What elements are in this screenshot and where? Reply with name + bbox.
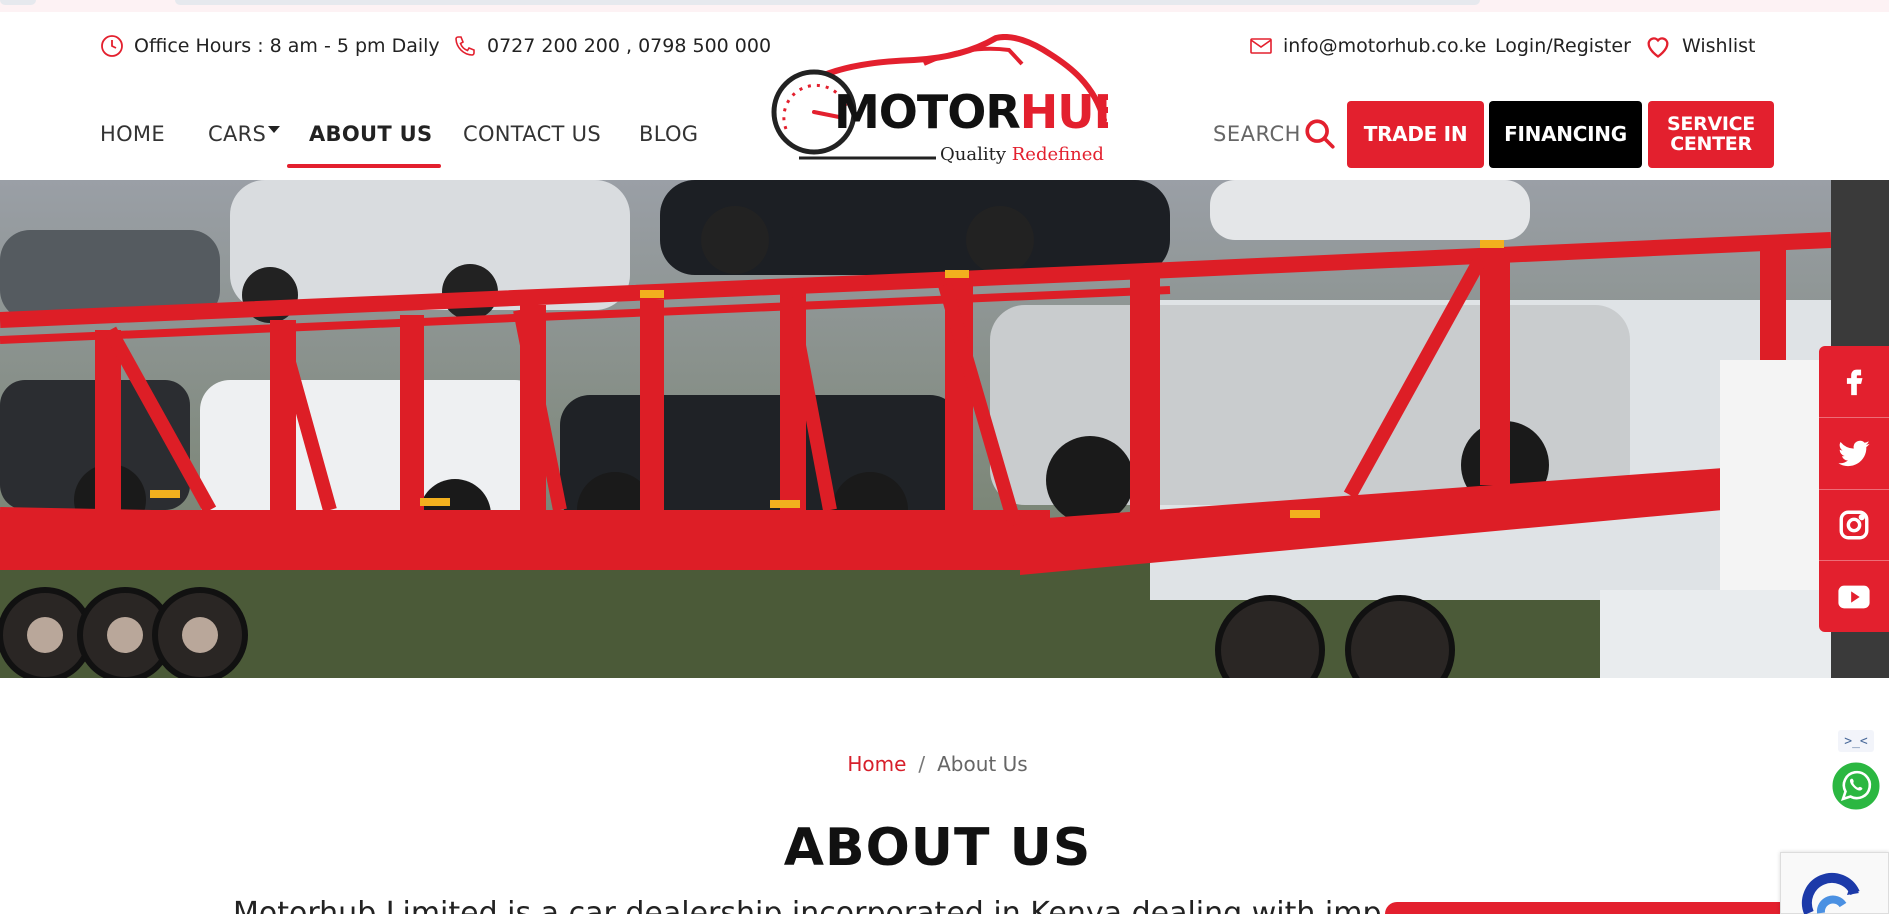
nav-cars-label: CARS [208, 122, 267, 146]
breadcrumb-current: About Us [937, 752, 1028, 776]
hero-car-carrier-image [0, 180, 1831, 678]
browser-top-strip [0, 0, 1889, 12]
service-center-button[interactable]: SERVICE CENTER [1648, 101, 1774, 168]
top-strip-tab [0, 0, 36, 5]
email-text: info@motorhub.co.ke [1283, 35, 1487, 57]
nav-item-home[interactable]: HOME [100, 118, 165, 150]
nav-home-label: HOME [100, 122, 165, 146]
service-label-line1: SERVICE [1667, 112, 1755, 135]
svg-text:MOTORHUB: MOTORHUB [834, 85, 1108, 139]
financing-label: FINANCING [1504, 122, 1627, 146]
login-register-link[interactable]: Login/Register [1495, 30, 1631, 62]
twitter-link[interactable] [1819, 418, 1889, 490]
logo-brand-hub: HUB [1020, 85, 1108, 139]
top-strip-bar [175, 0, 1480, 5]
youtube-icon [1838, 585, 1870, 608]
nav-item-about-us[interactable]: ABOUT US [309, 118, 432, 150]
recaptcha-badge[interactable] [1780, 852, 1889, 914]
motorhub-logo[interactable]: MOTORHUB Quality Redefined [764, 34, 1108, 164]
recaptcha-icon [1801, 872, 1860, 914]
phone-numbers-text: 0727 200 200 , 0798 500 000 [487, 35, 772, 57]
service-label-line2: CENTER [1670, 132, 1752, 155]
breadcrumb-home-link[interactable]: Home [847, 752, 906, 776]
nav-contact-label: CONTACT US [463, 122, 601, 146]
whatsapp-icon[interactable] [1829, 759, 1883, 813]
wishlist-link[interactable]: Wishlist [1644, 30, 1756, 62]
phone-icon [455, 36, 475, 56]
login-register-text: Login/Register [1495, 35, 1631, 57]
phone-numbers[interactable]: 0727 200 200 , 0798 500 000 [453, 30, 771, 62]
social-sidebar [1819, 346, 1889, 632]
nav-item-contact-us[interactable]: CONTACT US [463, 118, 601, 150]
chat-widget-tab[interactable] [1385, 902, 1809, 914]
heart-icon [1647, 37, 1669, 58]
nav-blog-label: BLOG [639, 122, 699, 146]
twitter-icon [1838, 440, 1870, 467]
mail-icon [1250, 38, 1272, 54]
nav-item-blog[interactable]: BLOG [639, 118, 698, 150]
office-hours: Office Hours : 8 am - 5 pm Daily [100, 30, 440, 62]
logo-tagline-redefined: Redefined [1012, 144, 1104, 164]
page-title: ABOUT US [783, 818, 1092, 878]
active-nav-underline [287, 164, 441, 168]
logo-tagline-quality: Quality [940, 144, 1007, 164]
search-button[interactable]: SEARCH [1213, 118, 1337, 150]
office-hours-text: Office Hours : 8 am - 5 pm Daily [134, 35, 440, 57]
svg-text:Quality Redefined: Quality Redefined [940, 144, 1104, 164]
nav-about-label: ABOUT US [309, 122, 433, 146]
instagram-link[interactable] [1819, 490, 1889, 562]
trade-in-button[interactable]: TRADE IN [1347, 101, 1484, 168]
caret-down-icon [268, 125, 281, 133]
facebook-link[interactable] [1819, 346, 1889, 418]
youtube-link[interactable] [1819, 561, 1889, 632]
trade-in-label: TRADE IN [1363, 122, 1468, 146]
search-icon [1305, 119, 1335, 149]
email-link[interactable]: info@motorhub.co.ke [1249, 30, 1486, 62]
financing-button[interactable]: FINANCING [1489, 101, 1642, 168]
clock-icon [101, 35, 123, 57]
breadcrumb-separator: / [918, 752, 926, 776]
search-label: SEARCH [1213, 122, 1301, 146]
wishlist-text: Wishlist [1682, 35, 1756, 57]
breadcrumb: Home / About Us [0, 752, 1875, 776]
code-widget-icon[interactable]: >_< [1838, 730, 1874, 752]
logo-car-window [923, 46, 1024, 66]
nav-item-cars[interactable]: CARS [208, 118, 281, 150]
intro-paragraph: Motorhub Limited is a car dealership inc… [233, 896, 1383, 914]
logo-brand-motor: MOTOR [834, 85, 1020, 139]
instagram-icon [1839, 510, 1869, 540]
facebook-icon [1846, 370, 1863, 396]
